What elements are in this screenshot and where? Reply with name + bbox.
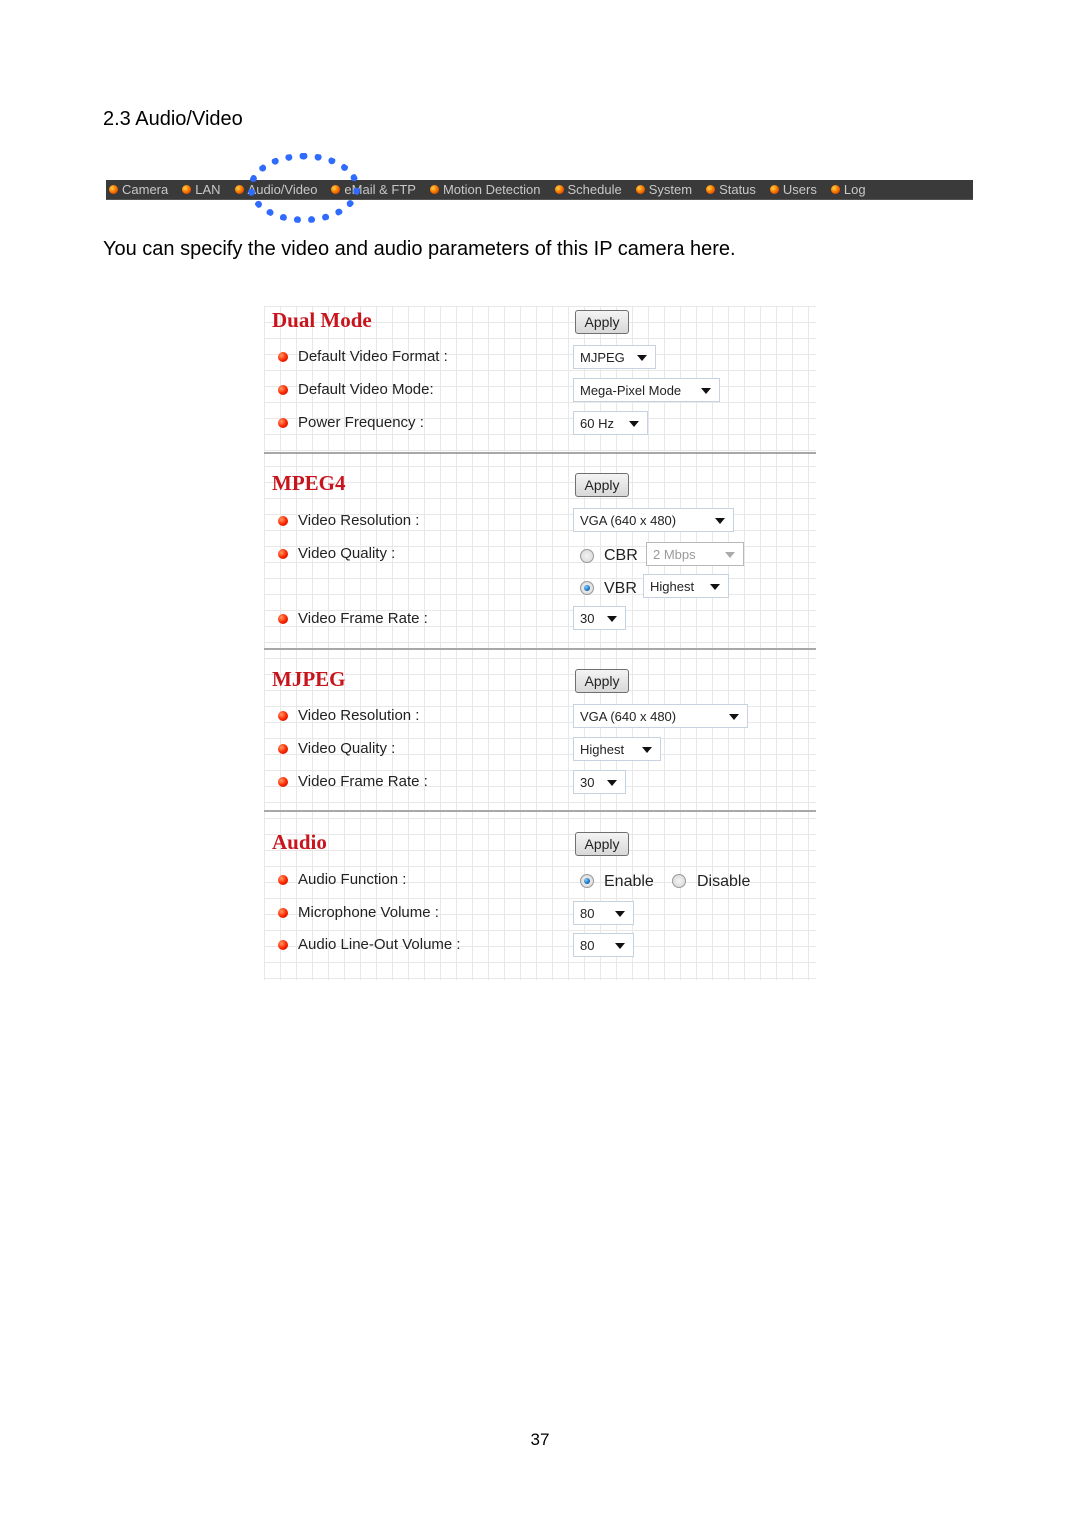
mjpeg-video-quality-select[interactable]: Highest xyxy=(573,737,661,761)
nav-item-users[interactable]: Users xyxy=(769,182,817,197)
dual-mode-title: Dual Mode xyxy=(272,308,372,332)
mjpeg-frame-rate-label: Video Frame Rate : xyxy=(278,773,428,790)
bullet-icon xyxy=(278,907,288,918)
audio-disable-radio[interactable] xyxy=(672,874,686,888)
mpeg4-frame-rate-label: Video Frame Rate : xyxy=(278,610,428,627)
chevron-down-icon xyxy=(701,388,711,394)
microphone-volume-select[interactable]: 80 xyxy=(573,901,634,925)
bullet-icon xyxy=(278,548,288,559)
bullet-icon xyxy=(182,185,192,194)
bullet-icon xyxy=(109,185,118,194)
vbr-label: VBR xyxy=(604,580,637,597)
bullet-icon xyxy=(278,384,288,395)
cbr-bitrate-select[interactable]: 2 Mbps xyxy=(646,542,744,566)
mjpeg-video-resolution-label: Video Resolution : xyxy=(278,707,419,724)
mpeg4-video-quality-label: Video Quality : xyxy=(278,545,395,562)
section-divider xyxy=(264,452,816,454)
nav-item-camera[interactable]: Camera xyxy=(109,182,168,197)
nav-item-status[interactable]: Status xyxy=(706,182,756,197)
nav-item-lan[interactable]: LAN xyxy=(182,182,221,197)
bullet-icon xyxy=(278,939,288,950)
audio-function-label: Audio Function : xyxy=(278,871,406,888)
mpeg4-video-resolution-select[interactable]: VGA (640 x 480) xyxy=(573,508,734,532)
bullet-icon xyxy=(278,613,288,624)
bullet-icon xyxy=(830,185,840,194)
nav-item-log[interactable]: Log xyxy=(830,182,866,197)
cbr-label: CBR xyxy=(604,547,638,564)
default-video-mode-label: Default Video Mode: xyxy=(278,381,434,398)
chevron-down-icon xyxy=(729,714,739,720)
microphone-volume-label: Microphone Volume : xyxy=(278,904,439,921)
bullet-icon xyxy=(234,185,244,194)
nav-item-email-ftp[interactable]: eMail & FTP xyxy=(331,182,416,197)
page-number: 37 xyxy=(530,1430,550,1449)
mpeg4-video-resolution-label: Video Resolution : xyxy=(278,512,419,529)
line-out-volume-label: Audio Line-Out Volume : xyxy=(278,936,461,953)
mjpeg-apply-button[interactable]: Apply xyxy=(575,669,629,693)
section-heading: 2.3 Audio/Video xyxy=(103,108,243,130)
chevron-down-icon xyxy=(637,355,647,361)
mjpeg-title: MJPEG xyxy=(272,667,346,691)
mpeg4-apply-button[interactable]: Apply xyxy=(575,473,629,497)
bullet-icon xyxy=(278,710,288,721)
power-frequency-label: Power Frequency : xyxy=(278,414,424,431)
nav-item-system[interactable]: System xyxy=(635,182,692,197)
chevron-down-icon xyxy=(607,780,617,786)
nav-item-motion-detection[interactable]: Motion Detection xyxy=(429,182,541,197)
mpeg4-title: MPEG4 xyxy=(272,471,346,495)
settings-panel: Dual Mode Apply Default Video Format : M… xyxy=(264,306,816,980)
bullet-icon xyxy=(278,874,288,885)
chevron-down-icon xyxy=(629,421,639,427)
intro-text: You can specify the video and audio para… xyxy=(103,238,736,260)
chevron-down-icon xyxy=(607,616,617,622)
bullet-icon xyxy=(706,185,716,194)
bullet-icon xyxy=(635,185,645,194)
section-divider xyxy=(264,810,816,812)
chevron-down-icon xyxy=(642,747,652,753)
bullet-icon xyxy=(278,776,288,787)
nav-item-audio-video[interactable]: Audio/Video xyxy=(234,182,317,197)
bullet-icon xyxy=(554,185,564,194)
chevron-down-icon xyxy=(715,518,725,524)
chevron-down-icon xyxy=(725,552,735,558)
mpeg4-frame-rate-select[interactable]: 30 xyxy=(573,606,626,630)
audio-apply-button[interactable]: Apply xyxy=(575,832,629,856)
vbr-radio[interactable] xyxy=(580,581,594,595)
vbr-quality-select[interactable]: Highest xyxy=(643,574,729,598)
bullet-icon xyxy=(331,185,341,194)
chevron-down-icon xyxy=(615,943,625,949)
audio-disable-label: Disable xyxy=(697,873,751,890)
default-video-format-select[interactable]: MJPEG xyxy=(573,345,656,369)
default-video-format-label: Default Video Format : xyxy=(278,348,448,365)
default-video-mode-select[interactable]: Mega-Pixel Mode xyxy=(573,378,720,402)
dual-mode-apply-button[interactable]: Apply xyxy=(575,310,629,334)
mjpeg-frame-rate-select[interactable]: 30 xyxy=(573,770,626,794)
audio-title: Audio xyxy=(272,830,327,854)
audio-enable-label: Enable xyxy=(604,873,654,890)
audio-enable-radio[interactable] xyxy=(580,874,594,888)
chevron-down-icon xyxy=(710,584,720,590)
mjpeg-video-quality-label: Video Quality : xyxy=(278,740,395,757)
bullet-icon xyxy=(429,185,439,194)
chevron-down-icon xyxy=(615,911,625,917)
section-divider xyxy=(264,648,816,650)
bullet-icon xyxy=(278,743,288,754)
bullet-icon xyxy=(278,351,288,362)
bullet-icon xyxy=(278,417,288,428)
nav-item-schedule[interactable]: Schedule xyxy=(554,182,622,197)
nav-bar: Camera LAN Audio/Video eMail & FTP Motio… xyxy=(106,180,973,200)
mjpeg-video-resolution-select[interactable]: VGA (640 x 480) xyxy=(573,704,748,728)
bullet-icon xyxy=(278,515,288,526)
power-frequency-select[interactable]: 60 Hz xyxy=(573,411,648,435)
line-out-volume-select[interactable]: 80 xyxy=(573,933,634,957)
cbr-radio[interactable] xyxy=(580,549,594,563)
bullet-icon xyxy=(769,185,779,194)
